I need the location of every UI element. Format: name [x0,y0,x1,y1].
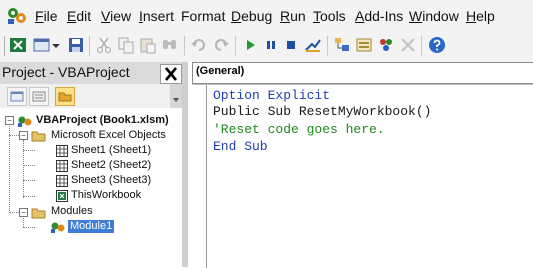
tree-connector [9,135,19,136]
project-explorer-title: Project - VBAProject [2,64,130,80]
menu-file[interactable]: File [35,8,58,24]
tree-connector [23,150,35,151]
collapse-excel-objects-toggle[interactable]: − [19,131,28,140]
project-explorer-toolbar [0,84,182,108]
folder-open-icon [31,131,46,142]
find-icon[interactable] [161,36,179,54]
paste-icon[interactable] [139,36,157,54]
cut-icon[interactable] [95,36,113,54]
menu-view[interactable]: View [101,8,131,24]
folder-icon [58,92,72,102]
properties-window-icon[interactable] [355,36,373,54]
object-dropdown-value: (General) [196,65,245,77]
tree-connector [9,212,19,213]
tree-item-sheet3[interactable]: Sheet3 (Sheet3) [71,174,151,187]
workbook-icon [56,190,68,202]
scrollbar[interactable] [170,84,182,108]
close-project-explorer-button[interactable] [160,64,182,84]
tree-item-excel-objects[interactable]: Microsoft Excel Objects [51,129,166,142]
menu-insert[interactable]: Insert [139,8,174,24]
copy-icon[interactable] [117,36,135,54]
save-icon[interactable] [67,36,85,54]
menu-help[interactable]: Help [466,8,495,24]
toolbar-grip[interactable] [4,36,5,56]
tree-item-sheet2[interactable]: Sheet2 (Sheet2) [71,159,151,172]
view-excel-icon[interactable] [9,36,27,54]
close-icon [165,67,177,81]
code-line[interactable]: Public Sub ResetMyWorkbook() [213,104,431,120]
tree-connector [23,227,35,228]
vba-project-icon [18,116,32,127]
worksheet-icon [56,175,68,187]
redo-icon[interactable] [212,36,230,54]
insert-dropdown-icon[interactable] [51,36,61,54]
toolbar-separator [89,36,90,56]
tree-connector [23,218,24,227]
tree-connector [23,140,24,198]
project-explorer-icon[interactable] [333,36,351,54]
tree-item-vbaproject[interactable]: VBAProject (Book1.xlsm) [36,114,169,127]
run-icon[interactable] [242,36,260,54]
folder-open-icon [31,208,46,219]
toolbar-separator [327,36,328,56]
toolbar-separator [235,36,236,56]
code-line[interactable]: End Sub [213,139,268,155]
tree-connector [23,165,35,166]
toggle-folders-button[interactable] [55,87,75,106]
tree-item-module1[interactable]: Module1 [68,220,115,233]
menu-bar: File Edit View Insert Format Debug Run T… [0,0,533,30]
view-object-button[interactable] [29,87,49,106]
tree-item-sheet1[interactable]: Sheet1 (Sheet1) [71,144,151,157]
menu-add-ins[interactable]: Add-Ins [355,8,403,24]
menu-edit[interactable]: Edit [67,8,91,24]
object-dropdown[interactable]: (General) [192,62,533,84]
tree-item-thisworkbook[interactable]: ThisWorkbook [71,189,141,202]
object-browser-icon[interactable] [377,36,395,54]
menu-format[interactable]: Format [181,8,225,24]
standard-toolbar [0,30,533,62]
menu-tools[interactable]: Tools [313,8,346,24]
tree-item-modules[interactable]: Modules [51,205,93,218]
tree-connector [9,120,10,213]
menu-run[interactable]: Run [280,8,306,24]
undo-icon[interactable] [190,36,208,54]
worksheet-icon [56,145,68,157]
margin-indicator-bar [206,85,207,268]
code-line[interactable]: Option Explicit [213,88,330,104]
reset-icon[interactable] [282,36,300,54]
worksheet-icon [56,160,68,172]
toolbar-separator [184,36,185,56]
code-line[interactable]: 'Reset code goes here. [213,122,385,138]
insert-userform-icon[interactable] [33,36,51,54]
project-tree: − VBAProject (Book1.xlsm) − Microsoft Ex… [0,108,182,267]
view-code-button[interactable] [7,87,27,106]
collapse-modules-toggle[interactable]: − [19,208,28,217]
toolbar-separator [421,36,422,56]
menu-window[interactable]: Window [409,8,459,24]
pane-splitter[interactable] [182,62,188,267]
module-icon [51,222,65,233]
code-editor[interactable]: Option Explicit Public Sub ResetMyWorkbo… [192,84,533,268]
tree-connector [23,180,35,181]
break-icon[interactable] [262,36,280,54]
view-object-icon [32,91,46,102]
view-code-icon [10,91,24,102]
scroll-down-icon [173,98,179,102]
collapse-project-toggle[interactable]: − [5,116,14,125]
vba-app-icon[interactable] [6,5,28,25]
tree-connector [23,196,35,197]
help-icon[interactable] [428,36,446,54]
menu-debug[interactable]: Debug [231,8,272,24]
design-mode-icon[interactable] [304,36,322,54]
toolbox-icon[interactable] [399,36,417,54]
project-explorer-titlebar[interactable]: Project - VBAProject [0,62,182,84]
